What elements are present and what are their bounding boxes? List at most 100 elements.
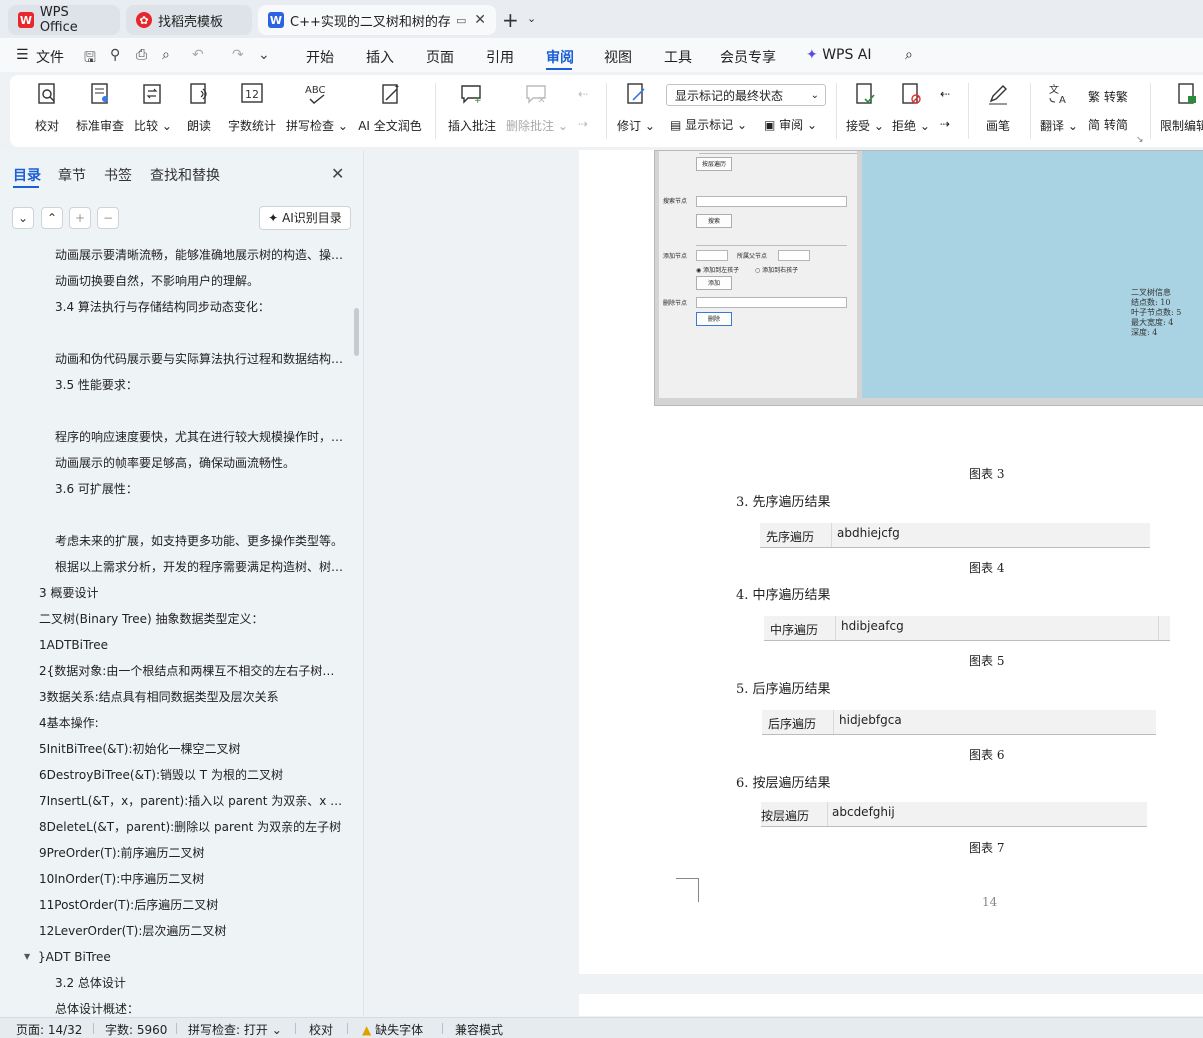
toc-item[interactable]: 考虑未来的扩展，如支持更多功能、更多操作类型等。 [0, 528, 352, 554]
toc-item[interactable]: 二叉树(Binary Tree) 抽象数据类型定义： [0, 606, 352, 632]
menu-insert[interactable]: 插入 [366, 47, 394, 67]
tab-document[interactable]: W C++实现的二叉树和树的存储 ▭ ✕ [258, 5, 496, 35]
monitor-icon[interactable]: ▭ [456, 14, 466, 27]
to-traditional-button[interactable]: 繁 转繁 [1088, 88, 1128, 105]
save-icon[interactable]: 🖫 [84, 47, 96, 71]
menu-file[interactable]: 文件 [36, 47, 64, 67]
proofread-button[interactable]: 校对 [32, 81, 62, 134]
translate-button[interactable]: 文A 翻译 ⌄ [1040, 81, 1078, 134]
toc-item[interactable]: 根据以上需求分析，开发的程序需要满足构造树、树的各种操作的需求。 [0, 554, 352, 580]
toc-item[interactable]: 3.6 可扩展性： [0, 476, 352, 502]
restrict-edit-button[interactable]: 限制编辑 [1160, 81, 1203, 134]
expand-group-icon[interactable]: ↘ [1136, 135, 1144, 145]
menu-view[interactable]: 视图 [604, 47, 632, 67]
collapse-down-icon[interactable]: ⌄ [12, 207, 34, 229]
close-icon[interactable]: ✕ [331, 164, 344, 183]
chevron-down-icon[interactable]: ⌄ [527, 12, 536, 25]
chevron-down-icon[interactable]: ⌄ [258, 47, 270, 63]
undo-icon[interactable]: ↶ [192, 47, 204, 63]
nav-tab-toc[interactable]: 目录 [13, 165, 41, 185]
toc-item[interactable]: 动画展示的帧率要足够高，确保动画流畅性。 [0, 450, 352, 476]
toc-item[interactable] [0, 398, 352, 424]
insert-comment-button[interactable]: + 插入批注 [446, 81, 498, 134]
menu-reference[interactable]: 引用 [486, 47, 514, 67]
tab-wps-office[interactable]: W WPS Office [8, 5, 120, 35]
menu-home[interactable]: 开始 [306, 47, 334, 67]
toc-item[interactable]: 3数据关系:结点具有相同数据类型及层次关系 [0, 684, 352, 710]
reject-button[interactable]: 拒绝 ⌄ [892, 81, 930, 134]
spell-check-button[interactable]: ABC 拼写检查 ⌄ [286, 81, 348, 134]
search-icon[interactable]: ⌕ [905, 47, 913, 63]
collapse-up-icon[interactable]: ⌃ [41, 207, 63, 229]
toc-item[interactable]: 11PostOrder(T):后序遍历二叉树 [0, 892, 352, 918]
review-pane-button[interactable]: ▣ 审阅 ⌄ [764, 116, 817, 133]
toc-item[interactable]: 8DeleteL(&T，parent):删除以 parent 为双亲的左子树 [0, 814, 352, 840]
previous-change-icon[interactable]: ⇠ [940, 87, 950, 101]
toc-item[interactable]: 1ADTBiTree [0, 632, 352, 658]
revise-button[interactable]: 修订 ⌄ [616, 81, 656, 134]
proof-indicator[interactable]: 校对 [309, 1021, 333, 1038]
share-icon[interactable]: ⚲ [110, 47, 120, 63]
previous-comment-icon[interactable]: ⇠ [578, 87, 588, 101]
toc-item[interactable]: 10InOrder(T):中序遍历二叉树 [0, 866, 352, 892]
nav-tab-chapters[interactable]: 章节 [58, 165, 86, 185]
compare-button[interactable]: 比较 ⌄ [134, 81, 172, 134]
hamburger-icon[interactable]: ☰ [16, 47, 29, 63]
toc-item[interactable]: ▼}ADT BiTree [0, 944, 352, 970]
standard-review-button[interactable]: 标准审查 [74, 81, 126, 134]
expand-caret-icon[interactable]: ▼ [24, 944, 30, 970]
nav-tab-bookmarks[interactable]: 书签 [104, 165, 132, 185]
nav-tab-find-replace[interactable]: 查找和替换 [150, 165, 220, 185]
add-node-label: 添加节点 [663, 253, 688, 260]
close-icon[interactable]: ✕ [474, 12, 486, 28]
new-tab-icon[interactable]: + [502, 8, 519, 32]
toc-item[interactable]: 程序的响应速度要快，尤其在进行较大规模操作时，不出现明显的卡顿。 [0, 424, 352, 450]
ai-toc-button[interactable]: ✦ AI识别目录 [259, 206, 351, 230]
result-value: hdibjeafcg [841, 619, 904, 633]
ai-polish-button[interactable]: ✦ AI 全文润色 [356, 81, 424, 134]
markup-state-select[interactable]: 显示标记的最终状态 ⌄ [666, 84, 826, 106]
toc-item[interactable]: 3.2 总体设计 [0, 970, 352, 996]
toc-item[interactable]: 12LeverOrder(T):层次遍历二叉树 [0, 918, 352, 944]
print-preview-icon[interactable]: ⌕ [162, 47, 170, 63]
toc-item[interactable]: 2{数据对象:由一个根结点和两棵互不相交的左右子树构成的有限集合 [0, 658, 352, 684]
next-comment-icon[interactable]: ⇢ [578, 117, 588, 131]
pen-button[interactable]: 画笔 [980, 81, 1016, 134]
toc-item[interactable] [0, 320, 352, 346]
tab-docer[interactable]: ✿ 找稻壳模板 [126, 5, 252, 35]
toc-item[interactable]: 3.5 性能要求： [0, 372, 352, 398]
missing-font-indicator[interactable]: ▲ 缺失字体 [362, 1021, 423, 1038]
toc-item[interactable]: 6DestroyBiTree(&T):销毁以 T 为根的二叉树 [0, 762, 352, 788]
toc-item[interactable]: 9PreOrder(T):前序遍历二叉树 [0, 840, 352, 866]
menu-tools[interactable]: 工具 [664, 47, 692, 67]
menu-review[interactable]: 审阅 [546, 47, 574, 67]
delete-comment-button[interactable]: 删除批注 ⌄ [506, 81, 568, 134]
toc-item[interactable]: 3.4 算法执行与存储结构同步动态变化： [0, 294, 352, 320]
remove-level-icon[interactable]: − [97, 207, 119, 229]
spell-check-indicator[interactable]: 拼写检查: 打开 ⌄ [188, 1021, 282, 1038]
toc-item[interactable]: 3 概要设计 [0, 580, 352, 606]
add-level-icon[interactable]: + [69, 207, 91, 229]
read-aloud-button[interactable]: 朗读 [184, 81, 214, 134]
toc-item[interactable] [0, 502, 352, 528]
toc-item[interactable]: 动画和伪代码展示要与实际算法执行过程和数据结构的变化保持一致。 [0, 346, 352, 372]
next-change-icon[interactable]: ⇢ [940, 117, 950, 131]
print-icon[interactable]: ⎙ [136, 47, 147, 63]
to-simplified-button[interactable]: 简 转简 [1088, 116, 1128, 133]
accept-button[interactable]: 接受 ⌄ [846, 81, 884, 134]
toc-item[interactable]: 动画切换要自然，不影响用户的理解。 [0, 268, 352, 294]
word-count-indicator[interactable]: 字数: 5960 [105, 1021, 167, 1038]
wps-ai-menu[interactable]: ✦ WPS AI [806, 47, 872, 63]
toc-item[interactable]: 5InitBiTree(&T):初始化一棵空二叉树 [0, 736, 352, 762]
menu-page[interactable]: 页面 [426, 47, 454, 67]
redo-icon[interactable]: ↷ [232, 47, 244, 63]
show-markup-button[interactable]: ▤ 显示标记 ⌄ [670, 116, 747, 133]
menu-member[interactable]: 会员专享 [720, 47, 776, 67]
compat-mode-indicator: 兼容模式 [455, 1023, 504, 1037]
toc-item[interactable]: 4基本操作: [0, 710, 352, 736]
toc-scrollbar[interactable] [354, 308, 359, 356]
toc-item[interactable]: 7InsertL(&T，x，parent):插入以 parent 为双亲、x 为… [0, 788, 352, 814]
page-indicator[interactable]: 页面: 14/32 [16, 1021, 82, 1038]
toc-item[interactable]: 动画展示要清晰流畅，能够准确地展示树的构造、操作过程和数据结构的变化。 [0, 242, 352, 268]
word-count-button[interactable]: 12 字数统计 [226, 81, 278, 134]
